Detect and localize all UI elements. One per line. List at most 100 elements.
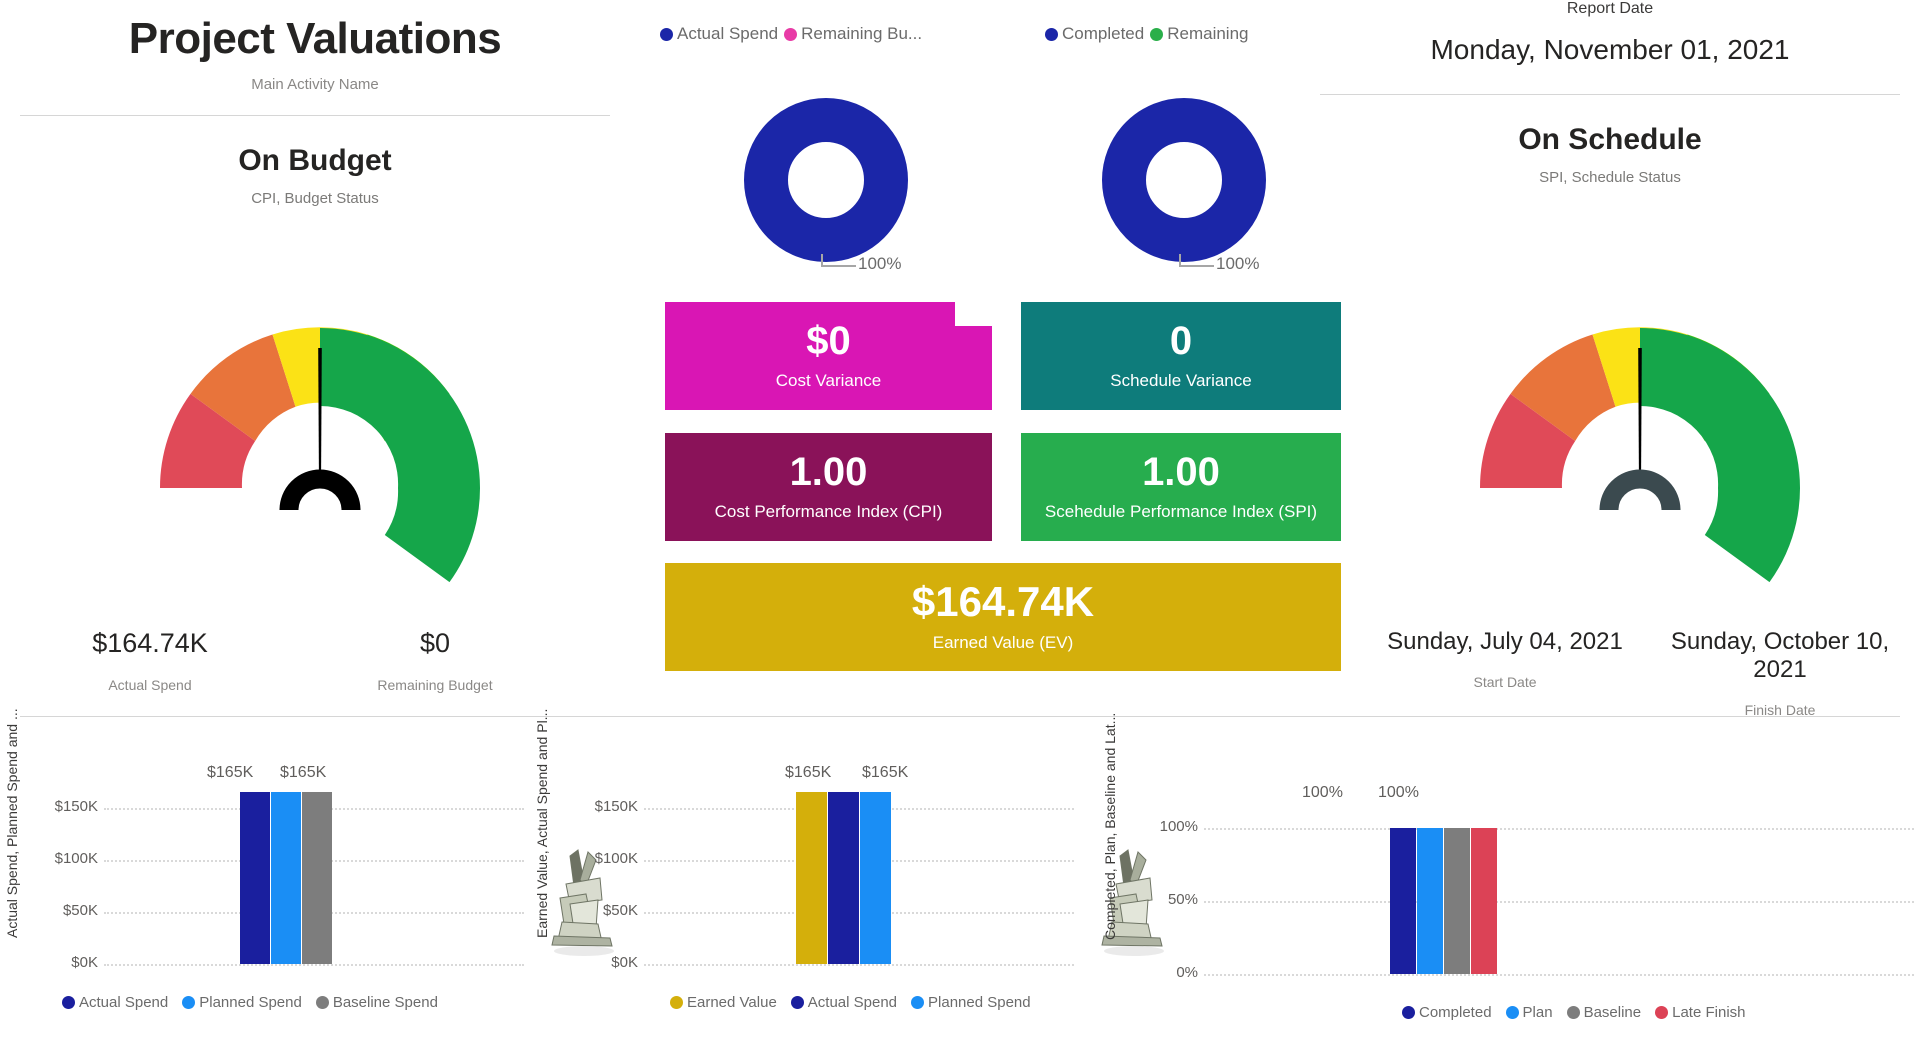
chart1-bar-label: $165K bbox=[207, 764, 254, 781]
legend-item-planned-spend[interactable]: Planned Spend bbox=[911, 994, 1031, 1011]
cpi-label: Cost Performance Index (CPI) bbox=[714, 502, 943, 521]
legend-label: Earned Value bbox=[687, 994, 777, 1011]
actual-spend-label: Actual Spend bbox=[108, 677, 192, 693]
legend-dot-icon bbox=[1045, 27, 1058, 41]
bar-late-finish[interactable] bbox=[1471, 828, 1497, 974]
chart1-ytick: $0K bbox=[71, 954, 98, 971]
legend-dot-icon bbox=[1150, 27, 1164, 41]
legend-item-late-finish[interactable]: Late Finish bbox=[1655, 1004, 1746, 1021]
legend-dot-icon bbox=[911, 996, 925, 1009]
cpi-card[interactable]: 1.00 Cost Performance Index (CPI) bbox=[665, 433, 992, 541]
earned-value-chart[interactable]: Earned Value, Actual Spend and Pl... $50… bbox=[530, 709, 1080, 1049]
legend-label: Planned Spend bbox=[928, 994, 1031, 1011]
chart2-bar-label: $165K bbox=[785, 764, 832, 781]
legend-label: Actual Spend bbox=[807, 994, 898, 1011]
bar-baseline[interactable] bbox=[1444, 828, 1470, 974]
spend-donut[interactable] bbox=[742, 96, 910, 269]
earned-value-card[interactable]: $164.74K Earned Value (EV) bbox=[665, 563, 1341, 671]
start-date-kpi: Sunday, July 04, 2021 Start Date bbox=[1380, 628, 1630, 690]
chart3-ytick: 50% bbox=[1167, 891, 1198, 908]
schedule-gauge[interactable] bbox=[1400, 238, 1880, 603]
chart2-ytick: $100K bbox=[594, 850, 638, 867]
legend-item-actual-spend: Actual Spend bbox=[660, 24, 778, 44]
chart2-ytick: $150K bbox=[594, 798, 638, 815]
chart1-gridline bbox=[104, 964, 524, 966]
legend-item-completed: Completed bbox=[1045, 24, 1144, 44]
legend-item-baseline-spend[interactable]: Baseline Spend bbox=[315, 994, 438, 1011]
spend-donut-legend: Actual Spend Remaining Bu... bbox=[660, 24, 922, 44]
schedule-panel-header: Report Date Monday, November 01, 2021 On… bbox=[1320, 0, 1900, 186]
chart3-plot-area bbox=[1204, 736, 1914, 974]
dashboard-page: Project Valuations Main Activity Name On… bbox=[0, 0, 1920, 1049]
bar-completed[interactable] bbox=[1390, 828, 1416, 974]
chart1-legend: Actual Spend Planned Spend Baseline Spen… bbox=[62, 994, 438, 1011]
spend-comparison-chart[interactable]: Actual Spend, Planned Spend and ... $50K… bbox=[0, 708, 530, 1049]
progress-donut-legend: Completed Remaining bbox=[1045, 24, 1248, 44]
chart1-y-axis-title: Actual Spend, Planned Spend and ... bbox=[4, 708, 20, 938]
legend-dot-icon bbox=[62, 996, 75, 1009]
legend-label: Late Finish bbox=[1672, 1004, 1746, 1021]
legend-dot-icon bbox=[315, 996, 329, 1009]
budget-gauge[interactable] bbox=[80, 238, 560, 603]
bar-planned-spend-body[interactable] bbox=[271, 792, 301, 964]
legend-item-planned-spend[interactable]: Planned Spend bbox=[182, 994, 302, 1011]
chart3-bar-label: 100% bbox=[1378, 784, 1419, 801]
legend-item-earned-value[interactable]: Earned Value bbox=[670, 994, 777, 1011]
chart2-plot-area bbox=[644, 736, 1074, 964]
bar-planned-spend[interactable] bbox=[860, 792, 891, 964]
legend-label: Remaining Bu... bbox=[801, 24, 923, 43]
legend-dot-icon bbox=[670, 996, 683, 1009]
gauge-graphic bbox=[1480, 327, 1800, 583]
legend-item-actual-spend[interactable]: Actual Spend bbox=[790, 994, 898, 1011]
spi-label: Scehedule Performance Index (SPI) bbox=[1044, 502, 1318, 521]
legend-dot-icon bbox=[1655, 1006, 1669, 1019]
legend-dot-icon bbox=[1402, 1006, 1415, 1019]
spend-donut-callout-line bbox=[821, 254, 856, 267]
page-title: Project Valuations bbox=[128, 14, 502, 63]
gauge-graphic bbox=[159, 327, 481, 583]
legend-dot-icon bbox=[790, 996, 804, 1009]
legend-item-actual-spend[interactable]: Actual Spend bbox=[62, 994, 168, 1011]
cost-variance-label: Cost Variance bbox=[775, 371, 882, 390]
chart2-bar-label: $165K bbox=[862, 764, 909, 781]
bar-earned-value[interactable] bbox=[796, 792, 827, 964]
cost-variance-card[interactable]: $0 Cost Variance bbox=[665, 302, 992, 410]
legend-item-remaining: Remaining bbox=[1150, 24, 1248, 44]
header-divider-left bbox=[20, 115, 610, 116]
legend-item-plan[interactable]: Plan bbox=[1505, 1004, 1553, 1021]
completion-chart[interactable]: Completed, Plan, Baseline and Lat... 100… bbox=[1080, 713, 1920, 1049]
page-subtitle: Main Activity Name bbox=[251, 76, 379, 93]
chart2-ytick: $0K bbox=[611, 954, 638, 971]
spi-card[interactable]: 1.00 Scehedule Performance Index (SPI) bbox=[1021, 433, 1341, 541]
chart3-ytick: 0% bbox=[1176, 964, 1198, 981]
schedule-gauge-title: On Schedule bbox=[1518, 123, 1702, 156]
finish-date-value: Sunday, October 10, 2021 bbox=[1670, 628, 1890, 683]
remaining-budget-value: $0 bbox=[419, 628, 451, 658]
legend-item-baseline[interactable]: Baseline bbox=[1566, 1004, 1641, 1021]
legend-item-completed[interactable]: Completed bbox=[1402, 1004, 1492, 1021]
bar-plan[interactable] bbox=[1417, 828, 1443, 974]
bar-baseline-spend-body[interactable] bbox=[302, 792, 332, 964]
earned-value-value: $164.74K bbox=[911, 578, 1095, 625]
chart2-legend: Earned Value Actual Spend Planned Spend bbox=[670, 994, 1031, 1011]
finish-date-kpi: Sunday, October 10, 2021 Finish Date bbox=[1655, 628, 1905, 718]
header-divider-right bbox=[1320, 94, 1900, 95]
bar-actual-spend[interactable] bbox=[828, 792, 859, 964]
chart1-ytick: $150K bbox=[54, 798, 98, 815]
progress-donut-callout-line bbox=[1179, 254, 1214, 267]
earned-value-label: Earned Value (EV) bbox=[932, 633, 1074, 652]
actual-spend-kpi: $164.74K Actual Spend bbox=[60, 628, 240, 693]
chart3-ytick: 100% bbox=[1159, 818, 1198, 835]
progress-donut[interactable] bbox=[1100, 96, 1268, 269]
chart3-gridline bbox=[1204, 974, 1914, 976]
chart1-bar-label: $165K bbox=[280, 764, 327, 781]
legend-label: Baseline Spend bbox=[332, 994, 438, 1011]
legend-dot-icon bbox=[1566, 1006, 1580, 1019]
schedule-variance-card[interactable]: 0 Schedule Variance bbox=[1021, 302, 1341, 410]
legend-label: Remaining bbox=[1167, 24, 1249, 43]
chart1-ytick: $100K bbox=[54, 850, 98, 867]
bar-actual-spend-body[interactable] bbox=[240, 792, 270, 964]
start-date-value: Sunday, July 04, 2021 bbox=[1387, 628, 1623, 655]
legend-dot-icon bbox=[784, 27, 798, 41]
progress-donut-value-label: 100% bbox=[1216, 254, 1260, 273]
